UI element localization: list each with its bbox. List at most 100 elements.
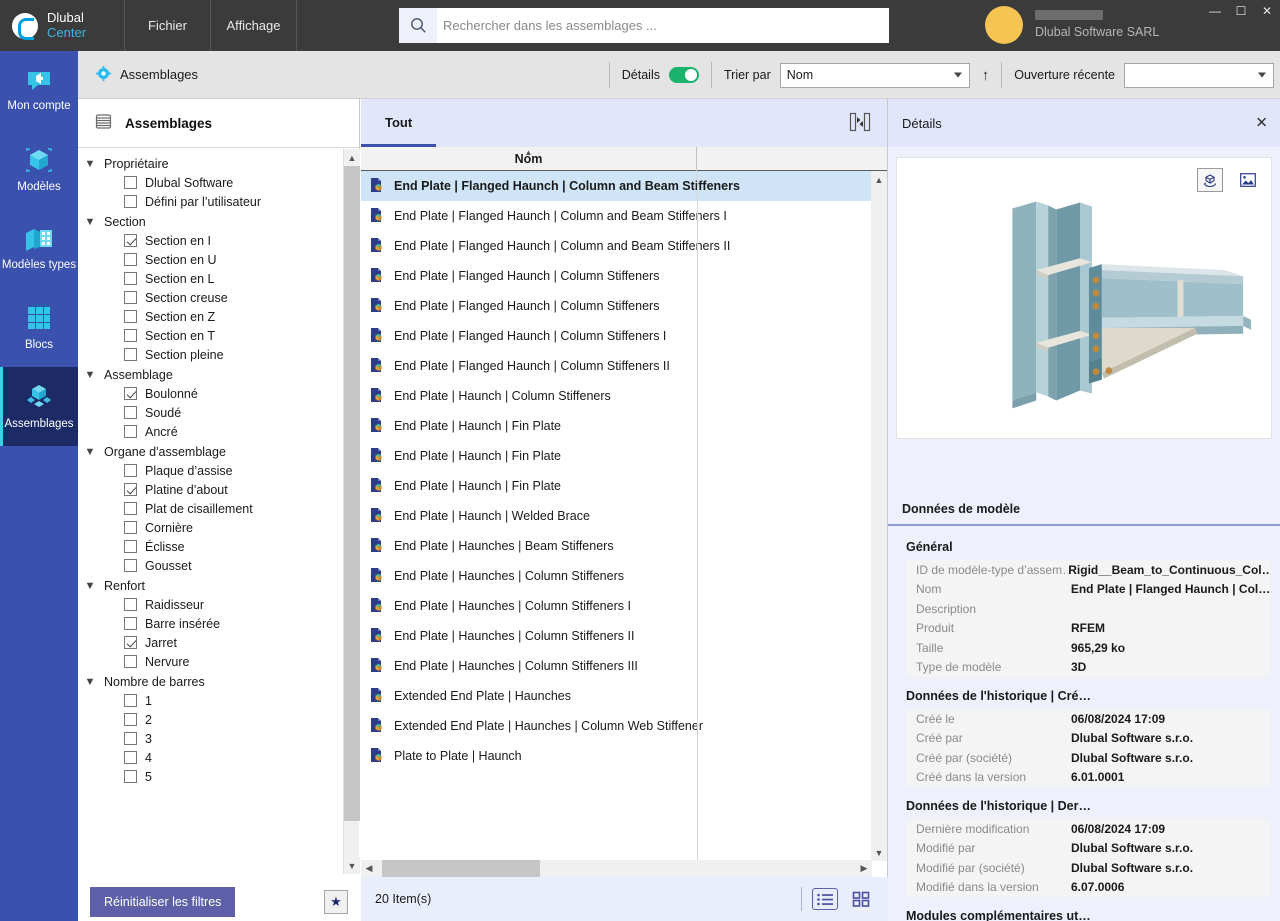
table-row[interactable]: Extended End Plate | Haunches [361,681,887,711]
assembly-rows[interactable]: End Plate | Flanged Haunch | Column and … [361,171,887,861]
filter-option[interactable]: Plat de cisaillement [84,499,360,518]
checkbox[interactable] [124,195,137,208]
filter-option[interactable]: Section pleine [84,345,360,364]
filter-option[interactable]: 2 [84,710,360,729]
sort-direction-button[interactable]: ↑ [982,67,990,84]
filter-option[interactable]: Cornière [84,518,360,537]
scroll-left-button[interactable]: ◀ [361,860,377,877]
filter-option[interactable]: 4 [84,748,360,767]
filter-option[interactable]: Soudé [84,403,360,422]
rail-item-modeles-types[interactable]: Modèles types [0,209,78,288]
table-row[interactable]: End Plate | Haunch | Welded Brace [361,501,887,531]
filter-option[interactable]: Platine d’about [84,480,360,499]
filter-option[interactable]: Ancré [84,422,360,441]
filter-option[interactable]: Raidisseur [84,595,360,614]
filter-option[interactable]: Section creuse [84,288,360,307]
menu-affichage[interactable]: Affichage [211,0,297,51]
filter-scrollbar[interactable]: ▲ ▼ [343,149,360,874]
checkbox[interactable] [124,406,137,419]
table-row[interactable]: End Plate | Haunches | Column Stiffeners… [361,651,887,681]
scroll-up-button[interactable]: ▲ [344,149,360,166]
details-toggle[interactable] [668,67,699,83]
checkbox[interactable] [124,732,137,745]
scroll-down-button[interactable]: ▼ [871,844,887,861]
filter-option[interactable]: 3 [84,729,360,748]
sort-by-select[interactable]: Nom [779,62,970,88]
filter-group-header[interactable]: ▼ Nombre de barres [84,672,360,691]
avatar[interactable] [985,6,1023,44]
table-row[interactable]: End Plate | Haunches | Column Stiffeners… [361,591,887,621]
hscroll-track[interactable] [377,860,856,877]
filter-option[interactable]: Dlubal Software [84,173,360,192]
checkbox[interactable] [124,329,137,342]
checkbox[interactable] [124,713,137,726]
table-row[interactable]: End Plate | Flanged Haunch | Column Stif… [361,291,887,321]
hscroll-thumb[interactable] [382,860,540,877]
checkbox[interactable] [124,272,137,285]
search-bar[interactable] [399,8,889,43]
filter-option[interactable]: Gousset [84,556,360,575]
search-input[interactable] [437,9,889,42]
scroll-up-button[interactable]: ▲ [871,171,887,188]
grid-view-icon[interactable] [848,888,874,910]
filter-option[interactable]: Section en T [84,326,360,345]
checkbox[interactable] [124,253,137,266]
table-row[interactable]: End Plate | Haunch | Fin Plate [361,411,887,441]
table-row[interactable]: End Plate | Haunches | Beam Stiffeners [361,531,887,561]
table-row[interactable]: Plate to Plate | Haunch [361,741,887,771]
table-row[interactable]: End Plate | Flanged Haunch | Column and … [361,171,887,201]
close-icon[interactable]: ✕ [1255,116,1268,131]
table-row[interactable]: End Plate | Haunch | Fin Plate [361,441,887,471]
scroll-down-button[interactable]: ▼ [344,857,360,874]
panel-layout-toggle-icon[interactable] [849,112,871,135]
image-icon[interactable] [1235,168,1261,192]
filter-group-header[interactable]: ▼ Organe d'assemblage [84,442,360,461]
minimize-button[interactable]: — [1202,0,1228,22]
filter-option[interactable]: Éclisse [84,537,360,556]
checkbox[interactable] [124,483,137,496]
table-row[interactable]: End Plate | Flanged Haunch | Column and … [361,201,887,231]
checkbox[interactable] [124,636,137,649]
checkbox[interactable] [124,655,137,668]
filter-option[interactable]: Section en L [84,269,360,288]
scroll-right-button[interactable]: ▶ [856,860,872,877]
filter-option[interactable]: Barre insérée [84,614,360,633]
checkbox[interactable] [124,559,137,572]
filter-group-header[interactable]: ▼ Renfort [84,576,360,595]
filter-option[interactable]: Défini par l’utilisateur [84,192,360,211]
filter-group-header[interactable]: ▼ Propriétaire [84,154,360,173]
checkbox[interactable] [124,751,137,764]
filter-option[interactable]: Section en Z [84,307,360,326]
table-row[interactable]: End Plate | Haunches | Column Stiffeners… [361,621,887,651]
table-row[interactable]: End Plate | Flanged Haunch | Column Stif… [361,261,887,291]
filter-group-header[interactable]: ▼ Section [84,212,360,231]
rail-item-modeles[interactable]: Modèles [0,130,78,209]
recent-open-select[interactable] [1124,62,1274,88]
table-row[interactable]: End Plate | Haunches | Column Stiffeners [361,561,887,591]
filter-option[interactable]: Plaque d’assise [84,461,360,480]
checkbox[interactable] [124,617,137,630]
table-row[interactable]: End Plate | Flanged Haunch | Column Stif… [361,351,887,381]
rail-item-assemblages[interactable]: Assemblages [0,367,78,446]
table-row[interactable]: End Plate | Haunch | Fin Plate [361,471,887,501]
filter-option[interactable]: 1 [84,691,360,710]
table-row[interactable]: End Plate | Flanged Haunch | Column Stif… [361,321,887,351]
checkbox[interactable] [124,540,137,553]
list-horizontal-scrollbar[interactable]: ◀ ▶ [361,860,872,877]
table-row[interactable]: End Plate | Haunch | Column Stiffeners [361,381,887,411]
checkbox[interactable] [124,770,137,783]
checkbox[interactable] [124,598,137,611]
checkbox[interactable] [124,310,137,323]
rail-item-blocs[interactable]: Blocs [0,288,78,367]
table-row[interactable]: Extended End Plate | Haunches | Column W… [361,711,887,741]
checkbox[interactable] [124,348,137,361]
maximize-button[interactable]: ☐ [1228,0,1254,22]
checkbox[interactable] [124,521,137,534]
table-row[interactable]: End Plate | Flanged Haunch | Column and … [361,231,887,261]
rail-item-mon-compte[interactable]: Mon compte [0,51,78,130]
column-header-nom[interactable]: ▲ Nom [361,146,697,171]
details-data-scroll[interactable]: Données de modèle Général ID de modèle-ty… [888,493,1280,921]
checkbox[interactable] [124,425,137,438]
filter-scrollbar-thumb[interactable] [344,166,360,821]
account-area[interactable]: Dlubal Software SARL [985,6,1159,44]
